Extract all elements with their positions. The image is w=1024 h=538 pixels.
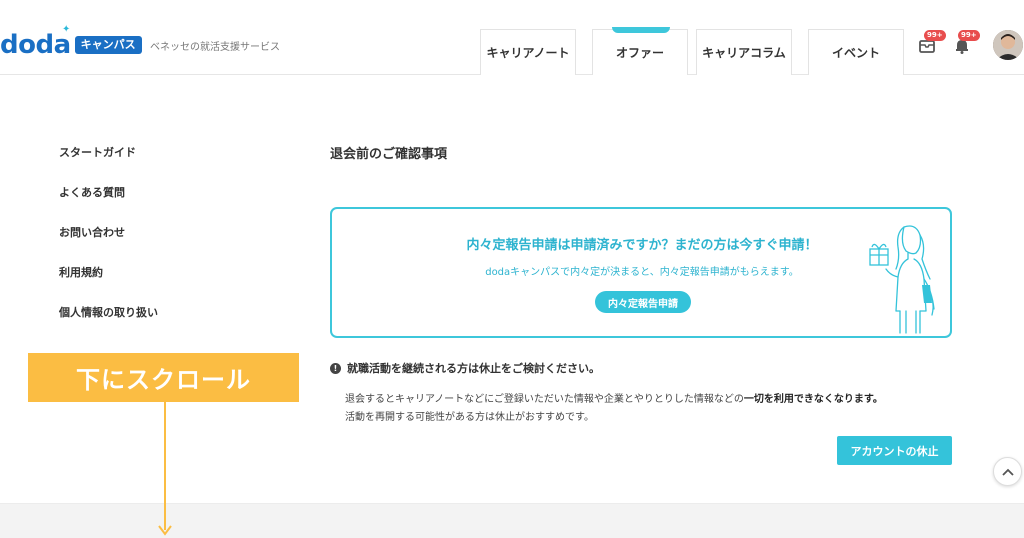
notice-text: 就職活動を継続される方は休止をご検討ください。 xyxy=(347,362,600,375)
sidebar-item-privacy[interactable]: 個人情報の取り扱い xyxy=(59,304,158,320)
offer-report-button[interactable]: 内々定報告申請 xyxy=(595,291,691,313)
notifications-badge: 99+ xyxy=(958,30,980,41)
tab-career-column[interactable]: キャリアコラム xyxy=(696,29,792,75)
withdrawal-warning: 退会するとキャリアノートなどにご登録いただいた情報や企業とやりとりした情報などの… xyxy=(345,390,883,405)
warning-text: 退会するとキャリアノートなどにご登録いただいた情報や企業とやりとりした情報などの xyxy=(345,394,744,405)
messages-badge: 99+ xyxy=(924,30,946,41)
site-header: doda ✦ キャンパス ベネッセの就活支援サービス キャリアノート オファー … xyxy=(0,0,1024,75)
sidebar-item-contact[interactable]: お問い合わせ xyxy=(59,224,125,240)
woman-holding-gift-illustration xyxy=(860,219,942,337)
warning-emphasis: 一切を利用できなくなります。 xyxy=(743,394,883,405)
info-icon: ! xyxy=(330,362,341,374)
banner-title: 内々定報告申請は申請済みですか？まだの方は今すぐ申請！ xyxy=(466,238,818,253)
tagline: ベネッセの就活支援サービス xyxy=(150,42,280,53)
logo-badge: キャンパス xyxy=(74,36,142,54)
tab-career-note[interactable]: キャリアノート xyxy=(480,29,576,75)
footer-strip xyxy=(0,503,1024,538)
scroll-to-top-button[interactable] xyxy=(993,457,1022,486)
resume-recommendation: 活動を再開する可能性がある方は休止がおすすめです。 xyxy=(345,412,594,423)
tab-offer[interactable]: オファー xyxy=(592,29,688,75)
offer-indicator xyxy=(612,27,670,33)
sparkle-icon: ✦ xyxy=(62,24,71,35)
sidebar-item-terms[interactable]: 利用規約 xyxy=(59,264,103,280)
scroll-down-label: 下にスクロール xyxy=(28,353,299,402)
offer-report-banner: 内々定報告申請は申請済みですか？まだの方は今すぐ申請！ dodaキャンパスで内々… xyxy=(330,207,952,338)
arrow-down-icon xyxy=(155,402,175,538)
sidebar-item-start-guide[interactable]: スタートガイド xyxy=(59,144,136,160)
page-title: 退会前のご確認事項 xyxy=(330,147,448,162)
suspend-notice: ! 就職活動を継続される方は休止をご検討ください。 xyxy=(330,360,600,376)
tab-event[interactable]: イベント xyxy=(808,29,904,75)
chevron-up-icon xyxy=(1001,468,1014,476)
suspend-account-button[interactable]: アカウントの休止 xyxy=(837,436,952,465)
logo[interactable]: doda ✦ キャンパス xyxy=(0,24,142,60)
avatar[interactable] xyxy=(993,30,1023,60)
banner-subtitle: dodaキャンパスで内々定が決まると、内々定報告申請がもらえます。 xyxy=(485,267,799,278)
logo-text: doda xyxy=(0,30,71,60)
sidebar-item-faq[interactable]: よくある質問 xyxy=(59,184,125,200)
